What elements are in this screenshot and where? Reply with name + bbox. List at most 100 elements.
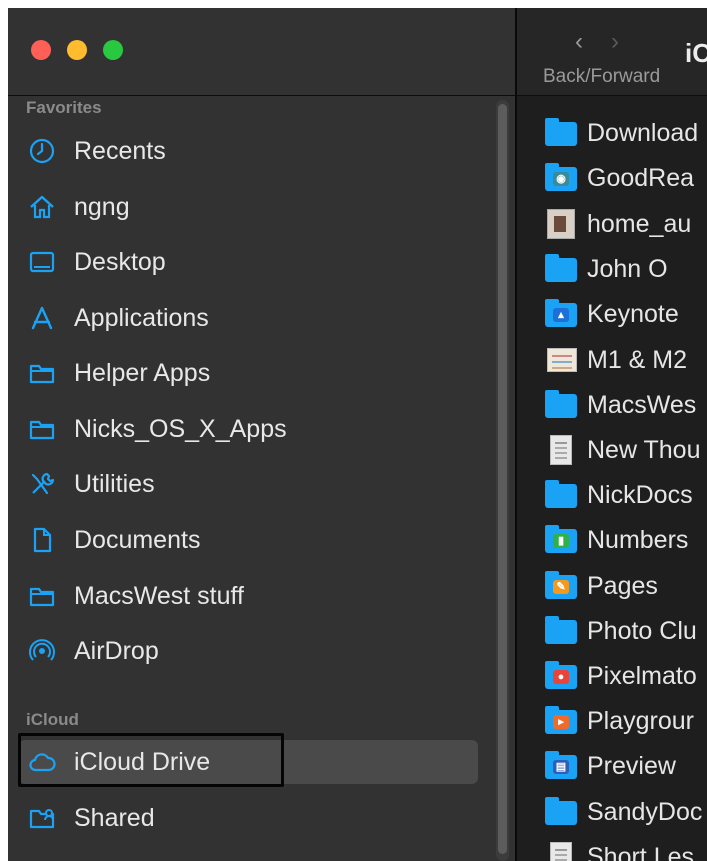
window-title: iC: [685, 38, 707, 68]
sidebar-item-label: Desktop: [74, 247, 166, 276]
file-name: home_au: [587, 209, 692, 238]
sidebar-item-macswest-stuff[interactable]: MacsWest stuff: [26, 574, 466, 618]
file-row-preview[interactable]: ▤ Preview: [545, 748, 676, 784]
back-button[interactable]: ‹: [575, 28, 583, 55]
sidebar-item-label: ngng: [74, 192, 130, 221]
home-icon: [26, 191, 58, 223]
sidebar-item-utilities[interactable]: Utilities: [26, 462, 466, 506]
file-name: GoodRea: [587, 163, 695, 192]
folder-icon: [26, 580, 58, 612]
sidebar-item-label: MacsWest stuff: [74, 581, 244, 610]
sidebar-item-nicks-os-x-apps[interactable]: Nicks_OS_X_Apps: [26, 407, 466, 451]
section-favorites: Favorites: [26, 98, 102, 117]
sidebar-item-helper-apps[interactable]: Helper Apps: [26, 351, 466, 395]
folder-icon: [545, 480, 579, 510]
keynote-folder-icon: ▴: [545, 299, 579, 329]
forward-button[interactable]: ›: [611, 28, 619, 55]
sidebar-item-label: Applications: [74, 303, 209, 332]
file-row-short-lessons[interactable]: Short Les: [545, 839, 694, 861]
sidebar-item-documents[interactable]: Documents: [26, 518, 466, 562]
file-row-numbers[interactable]: ▮ Numbers: [545, 522, 688, 558]
sidebar-item-label: AirDrop: [74, 636, 159, 665]
shared-folder-icon: [26, 802, 58, 834]
file-row-pixelmator[interactable]: ● Pixelmato: [545, 658, 697, 694]
sidebar-item-airdrop[interactable]: AirDrop: [26, 629, 466, 673]
numbers-folder-icon: ▮: [545, 525, 579, 555]
document-thumbnail-icon: [545, 842, 579, 861]
file-name: Keynote: [587, 299, 679, 328]
file-row-nickdocs[interactable]: NickDocs: [545, 477, 693, 513]
document-thumbnail-icon: [545, 435, 579, 465]
sidebar-item-label: Utilities: [74, 469, 155, 498]
file-name: Playgrour: [587, 706, 694, 735]
file-name: Pixelmato: [587, 661, 697, 690]
file-row-download[interactable]: Download: [545, 115, 698, 151]
goodreader-folder-icon: ◉: [545, 163, 579, 193]
sidebar-item-shared[interactable]: Shared: [26, 796, 466, 840]
file-row-m1-m2[interactable]: M1 & M2: [545, 342, 687, 378]
file-name: Download: [587, 118, 699, 147]
file-row-sandydocs[interactable]: SandyDoc: [545, 794, 702, 830]
file-row-photo-club[interactable]: Photo Clu: [545, 613, 697, 649]
folder-icon: [26, 413, 58, 445]
file-name: M1 & M2: [587, 345, 688, 374]
desktop-icon: [26, 246, 58, 278]
file-row-new-thoughts[interactable]: New Thou: [545, 432, 701, 468]
file-row-home-audio[interactable]: home_au: [545, 206, 691, 242]
file-name: SandyDoc: [587, 797, 703, 826]
file-name: Preview: [587, 751, 676, 780]
folder-icon: [26, 357, 58, 389]
folder-icon: [545, 616, 579, 646]
file-row-john-o[interactable]: John O: [545, 251, 668, 287]
section-icloud: iCloud: [26, 710, 79, 729]
sidebar-divider: [8, 95, 515, 96]
file-name: John O: [587, 254, 668, 283]
pixelmator-folder-icon: ●: [545, 661, 579, 691]
focus-outline: [18, 733, 284, 787]
file-name: Pages: [587, 571, 658, 600]
minimize-button[interactable]: [67, 40, 87, 60]
sidebar-scrollbar[interactable]: [496, 100, 509, 861]
file-list: Download ◉ GoodRea home_au John O ▴ Keyn…: [517, 96, 707, 861]
close-button[interactable]: [31, 40, 51, 60]
sidebar-item-label: Documents: [74, 525, 201, 554]
toolbar: ‹ › Back/Forward iC: [517, 8, 707, 95]
clock-icon: [26, 135, 58, 167]
playgrounds-folder-icon: ▸: [545, 706, 579, 736]
file-row-playgrounds[interactable]: ▸ Playgrour: [545, 703, 694, 739]
sidebar-item-desktop[interactable]: Desktop: [26, 240, 466, 284]
applications-icon: [26, 302, 58, 334]
zoom-button[interactable]: [103, 40, 123, 60]
sidebar-item-recents[interactable]: Recents: [26, 129, 466, 173]
folder-icon: [545, 118, 579, 148]
sidebar: Favorites Recents ngng Desktop Applicati…: [8, 8, 515, 861]
window-controls: [31, 40, 123, 60]
back-forward-control: ‹ ›: [575, 28, 647, 56]
file-name: NickDocs: [587, 480, 693, 509]
sidebar-item-ngng[interactable]: ngng: [26, 185, 466, 229]
sidebar-item-applications[interactable]: Applications: [26, 296, 466, 340]
image-thumbnail-icon: [545, 209, 579, 239]
file-row-goodreader[interactable]: ◉ GoodRea: [545, 160, 694, 196]
file-name: New Thou: [587, 435, 701, 464]
airdrop-icon: [26, 635, 58, 667]
file-row-macswest[interactable]: MacsWes: [545, 387, 696, 423]
folder-icon: [545, 797, 579, 827]
sidebar-item-label: Helper Apps: [74, 358, 211, 387]
sidebar-item-label: Recents: [74, 136, 166, 165]
folder-icon: [545, 390, 579, 420]
pages-folder-icon: ✎: [545, 571, 579, 601]
sidebar-item-label: Shared: [74, 803, 155, 832]
folder-icon: [545, 254, 579, 284]
preview-folder-icon: ▤: [545, 751, 579, 781]
file-name: MacsWes: [587, 390, 697, 419]
file-name: Short Les: [587, 842, 695, 861]
document-icon: [26, 524, 58, 556]
back-forward-label: Back/Forward: [543, 66, 661, 87]
file-row-pages[interactable]: ✎ Pages: [545, 568, 658, 604]
map-thumbnail-icon: [545, 345, 579, 375]
sidebar-item-label: Nicks_OS_X_Apps: [74, 414, 287, 443]
finder-window: Favorites Recents ngng Desktop Applicati…: [8, 8, 707, 861]
scrollbar-thumb[interactable]: [498, 104, 507, 854]
file-row-keynote[interactable]: ▴ Keynote: [545, 296, 679, 332]
